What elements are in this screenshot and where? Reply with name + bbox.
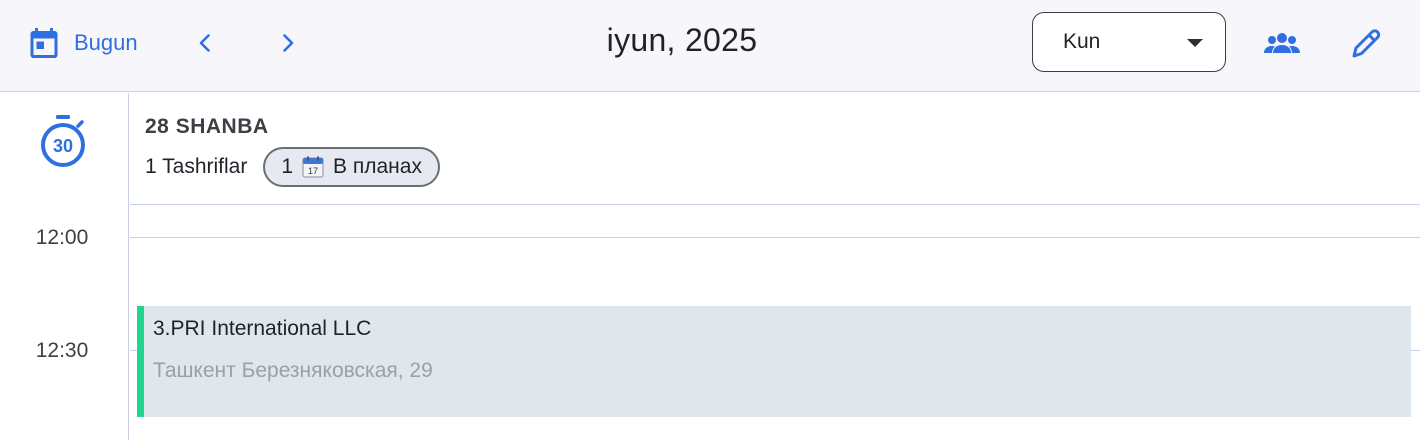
planned-status-chip[interactable]: 1 17 В планах	[263, 147, 440, 187]
svg-text:17: 17	[308, 166, 318, 176]
pencil-icon	[1352, 29, 1381, 58]
visits-summary: 1 Tashriflar 1 17 В планах	[145, 147, 440, 187]
timer-30-icon[interactable]: 30	[38, 113, 88, 169]
calendar-emoji-icon: 17	[302, 156, 324, 178]
view-mode-select[interactable]: Kun	[1032, 12, 1226, 72]
planned-label: В планах	[333, 155, 422, 178]
event-title: 3.PRI International LLC	[153, 317, 372, 340]
team-button[interactable]	[1260, 22, 1304, 66]
day-name: 28 SHANBA	[145, 115, 269, 138]
visits-count-label: 1 Tashriflar	[145, 155, 248, 178]
grid-line-1200	[130, 237, 1420, 238]
visit-event[interactable]: 3.PRI International LLC Ташкент Березняк…	[137, 306, 1411, 417]
planned-count: 1	[281, 155, 294, 178]
time-slot-label: 12:00	[35, 226, 89, 249]
time-gutter: 30 12:00 12:30	[0, 93, 129, 440]
edit-button[interactable]	[1344, 22, 1388, 66]
view-mode-value: Kun	[1063, 30, 1101, 53]
timer-text: 30	[53, 136, 73, 156]
time-slot-label: 12:30	[35, 339, 89, 362]
calendar-toolbar: Bugun iyun, 2025 Kun	[0, 0, 1420, 92]
event-address: Ташкент Березняковская, 29	[153, 359, 433, 382]
caret-down-icon	[1187, 39, 1203, 47]
day-header: 28 SHANBA 1 Tashriflar 1 17 В планах	[130, 93, 1420, 205]
group-icon	[1264, 33, 1300, 53]
